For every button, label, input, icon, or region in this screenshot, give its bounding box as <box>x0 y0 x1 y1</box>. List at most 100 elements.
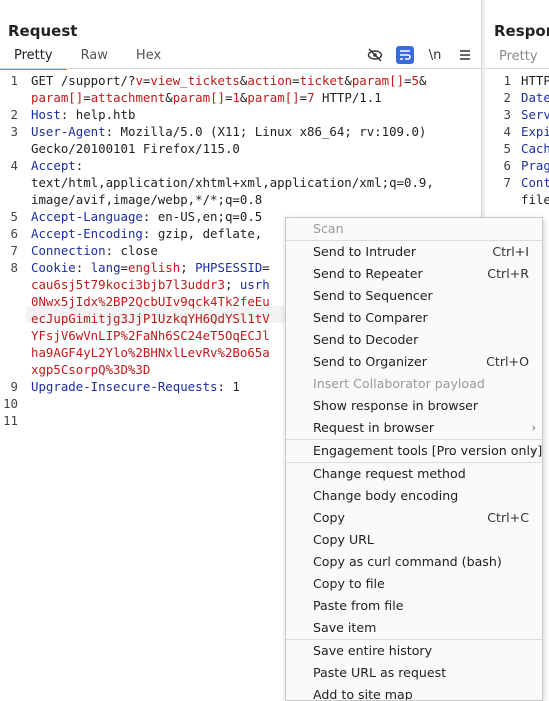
request-panel-title: Request <box>8 22 78 40</box>
param-value: english <box>128 260 181 275</box>
param-value: 1 <box>232 90 240 105</box>
menu-item-show-response-in-browser[interactable]: Show response in browser <box>286 395 542 417</box>
header-name: Accept-Language <box>31 209 143 224</box>
eye-slash-icon[interactable] <box>366 46 384 64</box>
code-line: text/html,application/xhtml+xml,applicat… <box>0 174 481 191</box>
text-segment: = <box>120 260 128 275</box>
chevron-right-icon: › <box>531 421 536 434</box>
code-line: 4 Accept: <box>0 157 481 174</box>
param-value: 7 <box>307 90 315 105</box>
menu-item-add-to-site-map[interactable]: Add to site map <box>286 684 542 700</box>
chevron-right-icon: › <box>531 444 536 457</box>
menu-icon[interactable] <box>456 46 474 64</box>
menu-item-send-to-repeater[interactable]: Send to Repeater Ctrl+R <box>286 263 542 285</box>
text-segment: image/avif,image/webp,*/*;q=0.8 <box>31 192 263 207</box>
menu-item-save-item[interactable]: Save item <box>286 617 542 639</box>
param-value: ticket <box>299 73 345 88</box>
menu-item-shortcut: Ctrl+I <box>492 244 529 259</box>
tab-pretty[interactable]: Pretty <box>0 45 67 70</box>
menu-item-label: Copy URL <box>313 532 374 547</box>
text-segment: = <box>262 260 270 275</box>
menu-item-send-to-decoder[interactable]: Send to Decoder <box>286 329 542 351</box>
menu-item-send-to-comparer[interactable]: Send to Comparer <box>286 307 542 329</box>
menu-item-request-in-browser[interactable]: Request in browser › <box>286 417 542 439</box>
menu-item-save-entire-history[interactable]: Save entire history <box>286 640 542 662</box>
response-tab-pretty[interactable]: Pretty <box>499 49 538 64</box>
response-line-text: Cach <box>521 141 549 156</box>
tab-hex[interactable]: Hex <box>122 45 175 69</box>
response-line: 7 Cont <box>485 174 549 191</box>
menu-item-send-to-organizer[interactable]: Send to Organizer Ctrl+O <box>286 351 542 373</box>
line-text: Gecko/20100101 Firefox/115.0 <box>31 140 240 157</box>
param-value: xgp5CsorpQ%3D%3D <box>31 362 151 377</box>
line-text: param[]=attachment&param[]=1&param[]=7 H… <box>31 89 382 106</box>
text-segment: text/html,application/xhtml+xml,applicat… <box>31 175 434 190</box>
param-value: attachment <box>90 90 166 105</box>
text-segment: = <box>404 73 412 88</box>
response-panel-title: Response <box>494 22 549 40</box>
line-number: 5 <box>503 141 511 156</box>
param-value: view_tickets <box>150 73 240 88</box>
menu-item-copy-to-file[interactable]: Copy to file <box>286 573 542 595</box>
text-segment: = <box>299 90 308 105</box>
menu-item-scan: Scan <box>286 218 542 240</box>
editor-toolbar: \n <box>366 46 474 64</box>
response-line-text: HTTP <box>521 73 549 88</box>
menu-item-label: Show response in browser <box>313 398 479 413</box>
response-line-text: Serv <box>521 107 549 122</box>
line-text: ecJupGimitjg3JjP1UzkqYH6QdYSl1tV <box>31 310 270 327</box>
text-segment: GET /support/? <box>31 73 136 88</box>
header-name: Upgrade-Insecure-Requests <box>31 379 218 394</box>
text-segment: & <box>165 90 173 105</box>
line-number: 5 <box>10 209 18 224</box>
menu-item-change-body-encoding[interactable]: Change body encoding <box>286 485 542 507</box>
menu-item-send-to-sequencer[interactable]: Send to Sequencer <box>286 285 542 307</box>
text-segment: & <box>344 73 352 88</box>
menu-item-send-to-intruder[interactable]: Send to Intruder Ctrl+I <box>286 241 542 263</box>
wrap-icon[interactable] <box>396 46 414 64</box>
line-text: GET /support/?v=view_tickets&action=tick… <box>31 72 426 89</box>
param-value: ha9AGF4yL2Ylo%2BHNxlLevRv%2Bo65a <box>31 345 270 360</box>
menu-item-engagement-tools-pro-version-only[interactable]: Engagement tools [Pro version only] › <box>286 440 542 462</box>
menu-item-insert-collaborator-payload: Insert Collaborator payload <box>286 373 542 395</box>
menu-item-shortcut: Ctrl+O <box>486 354 529 369</box>
menu-item-label: Copy as curl command (bash) <box>313 554 502 569</box>
menu-item-paste-url-as-request[interactable]: Paste URL as request <box>286 662 542 684</box>
text-segment: Gecko/20100101 Firefox/115.0 <box>31 141 240 156</box>
text-segment: : 1 <box>217 379 240 394</box>
menu-item-copy-url[interactable]: Copy URL <box>286 529 542 551</box>
code-line: Gecko/20100101 Firefox/115.0 <box>0 140 481 157</box>
text-segment: : Mozilla/5.0 (X11; Linux x86_64; rv:109… <box>105 124 427 139</box>
menu-item-copy-as-curl-command-bash[interactable]: Copy as curl command (bash) <box>286 551 542 573</box>
tab-raw[interactable]: Raw <box>67 45 122 69</box>
context-menu: Scan Send to Intruder Ctrl+I Send to Repeat… <box>285 217 543 701</box>
line-text: User-Agent: Mozilla/5.0 (X11; Linux x86_… <box>31 123 426 140</box>
code-line: image/avif,image/webp,*/*;q=0.8 <box>0 191 481 208</box>
text-segment: : gzip, deflate, <box>142 226 263 241</box>
menu-item-label: Send to Decoder <box>313 332 419 347</box>
response-editor[interactable]: 1 HTTP 2 Date 3 Serv 4 Expi 5 Cach 6 Prag 7 Cont file <box>485 72 549 208</box>
menu-item-copy[interactable]: Copy Ctrl+C <box>286 507 542 529</box>
menu-item-label: Save item <box>313 620 377 635</box>
param-value: 0Nwx5jIdx%2BP2QcbUIv9qck4Tk2feEu <box>31 294 270 309</box>
text-segment: : <box>75 158 84 173</box>
line-text: xgp5CsorpQ%3D%3D <box>31 361 150 378</box>
line-text: Accept: <box>31 157 83 174</box>
header-name: Connection <box>31 243 106 258</box>
param-value: cau6sj5t79koci3bjb7l3uddr3 <box>31 277 225 292</box>
newline-icon[interactable]: \n <box>426 46 444 64</box>
header-name: usrh <box>239 277 270 292</box>
menu-item-paste-from-file[interactable]: Paste from file <box>286 595 542 617</box>
menu-item-shortcut: Ctrl+C <box>487 510 529 525</box>
code-line: 3 User-Agent: Mozilla/5.0 (X11; Linux x86… <box>0 123 481 140</box>
line-number: 9 <box>10 379 18 394</box>
response-line: 6 Prag <box>485 157 549 174</box>
param-name: v <box>135 73 143 88</box>
text-segment: = <box>83 90 91 105</box>
menu-item-label: Scan <box>313 221 344 236</box>
menu-item-change-request-method[interactable]: Change request method <box>286 463 542 485</box>
header-name: PHPSESSID <box>195 260 263 275</box>
response-line: 5 Cach <box>485 140 549 157</box>
menu-item-label: Paste URL as request <box>313 665 447 680</box>
menu-item-label: Change body encoding <box>313 488 459 503</box>
